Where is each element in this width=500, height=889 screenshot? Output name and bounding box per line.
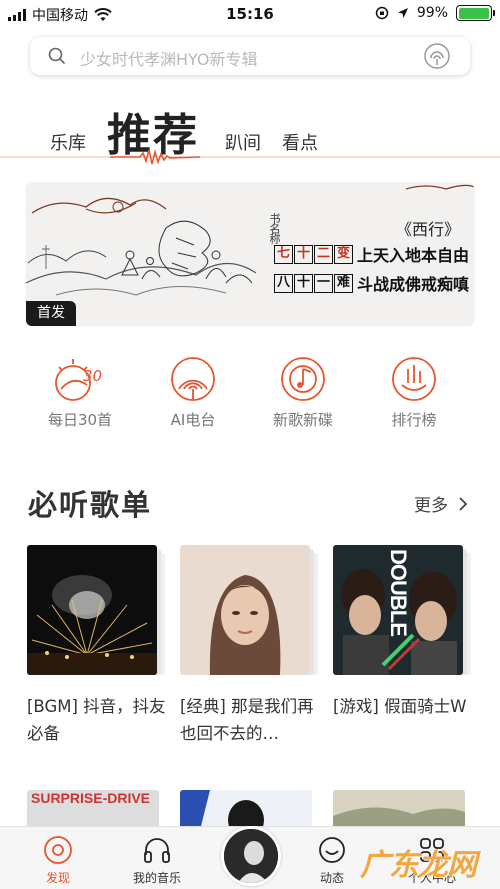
quick-charts[interactable]: 排行榜 [359,355,469,430]
chevron-right-icon [459,496,468,511]
active-tab-waveform [0,148,500,165]
nav-my-music-label: 我的音乐 [132,871,181,885]
seal-box: 变 [334,244,353,264]
playlist-cover[interactable]: DOUBLE [333,545,471,675]
quick-entries: 30 每日30首 AI电台 新歌新碟 排行榜 [0,355,500,445]
battery-percent: 99% [416,5,448,21]
more-label: 更多 [414,496,448,516]
more-link[interactable]: 更多 [414,491,468,516]
quick-ai-radio-label: AI电台 [170,411,216,429]
portrait-cover-image [180,545,310,675]
daily-30-icon: 30 [55,359,102,401]
section-title: 必听歌单 [28,488,153,522]
cover-image [180,790,312,830]
new-album-icon [281,357,325,401]
app-screen: 中国移动 15:16 99% 少女时代孝渊HYO新专辑 乐库 推荐 趴间 看点 … [0,0,500,889]
banner-line-2: 八 十 一 难 斗战成佛戒痴嗔 [274,271,469,295]
playlist-name[interactable]: [游戏] 假面骑士W [333,693,475,720]
playlist-name[interactable]: [经典] 那是我们再也回不去的… [180,693,322,747]
banner-badge: 首发 [26,301,76,326]
nav-my-music[interactable]: 我的音乐 [117,835,197,886]
now-playing-disc[interactable] [221,826,281,886]
battery-icon [456,5,495,21]
location-icon [397,8,408,18]
seal-box: 十 [294,244,313,264]
now-playing-artwork [224,829,278,883]
cover-text: DOUBLE [386,549,411,636]
headphones-icon [144,838,170,863]
playlist-cover[interactable] [27,545,165,675]
search-bar[interactable]: 少女时代孝渊HYO新专辑 [30,37,470,75]
discover-icon [44,836,72,864]
chart-rank-icon [392,357,436,401]
nav-discover-label: 发现 [45,871,70,885]
quick-new-albums[interactable]: 新歌新碟 [248,355,358,430]
banner-line-2-text: 斗战成佛戒痴嗔 [357,275,470,294]
seal-box: 七 [274,244,293,264]
fireworks-cover-image [27,545,157,675]
seal-box: 一 [314,273,333,293]
orientation-lock-icon [375,6,389,20]
smile-icon [319,837,345,863]
quick-daily-30-label: 每日30首 [47,411,113,429]
banner-author: 书名称 [268,213,281,243]
quick-charts-label: 排行榜 [391,411,437,429]
banner-title: 《西行》 [396,220,461,239]
playlist-card-partial[interactable]: SURPRISE-DRIVE [27,790,159,830]
playlist-card[interactable]: DOUBLE [游戏] 假面骑士W [333,545,471,720]
playlist-card-partial[interactable] [180,790,312,830]
svg-text:30: 30 [83,367,102,385]
voice-recognize-icon[interactable] [423,42,451,70]
cover-text: SURPRISE-DRIVE [31,790,151,806]
nav-discover[interactable]: 发现 [18,835,98,886]
battery-level [458,7,490,19]
banner-line-1-text: 上天入地本自由 [357,246,470,265]
playlist-card[interactable]: [BGM] 抖音，抖友必备 [27,545,166,747]
seal-box: 十 [294,273,313,293]
playlist-card[interactable]: [经典] 那是我们再也回不去的… [180,545,318,747]
seal-box: 难 [334,273,353,293]
banner-line-1: 七 十 二 变 上天入地本自由 [274,242,469,266]
seal-box: 二 [314,244,333,264]
playlist-name[interactable]: [BGM] 抖音，抖友必备 [27,693,169,747]
cover-image [333,790,465,830]
playlist-card-partial[interactable] [333,790,465,830]
quick-new-albums-label: 新歌新碟 [272,411,333,429]
quick-ai-radio[interactable]: AI电台 [138,355,248,430]
search-input[interactable]: 少女时代孝渊HYO新专辑 [80,46,258,70]
search-icon [48,47,66,65]
status-bar: 中国移动 15:16 99% [0,0,500,28]
seal-box: 八 [274,273,293,293]
playlist-cover[interactable] [180,545,318,675]
watermark: 广东龙网 [360,848,477,883]
quick-daily-30[interactable]: 30 每日30首 [25,355,135,430]
ai-radio-icon [171,357,215,401]
promo-banner[interactable]: 书名称 《西行》 七 十 二 变 上天入地本自由 八 十 一 难 斗战成佛戒痴嗔… [26,183,474,326]
